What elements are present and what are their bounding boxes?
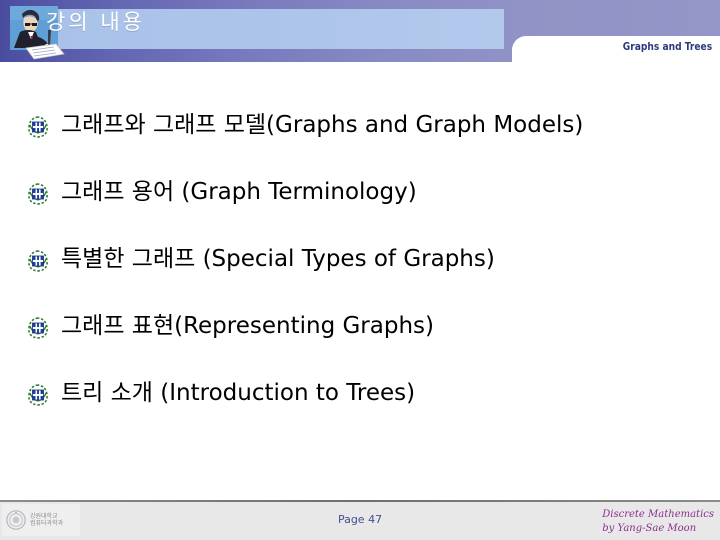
header-band: 강의 내용 Graphs and Trees — [0, 0, 720, 66]
bullet-text: 그래프와 그래프 모델(Graphs and Graph Models) — [61, 111, 584, 138]
page-title: 강의 내용 — [46, 10, 145, 34]
bullet-list: 그래프와 그래프 모델(Graphs and Graph Models) 그래프… — [0, 92, 720, 427]
bullet-text: 특별한 그래프 (Special Types of Graphs) — [61, 245, 495, 272]
list-item[interactable]: 그래프와 그래프 모델(Graphs and Graph Models) — [0, 92, 720, 159]
list-item[interactable]: 그래프 표현(Representing Graphs) — [0, 293, 720, 360]
crest-bullet-icon — [26, 182, 50, 206]
slide-root: 강의 내용 Graphs and Trees 그래프와 그래프 모델(Graph… — [0, 0, 720, 540]
section-label: Graphs and Trees — [622, 40, 712, 53]
bullet-text: 그래프 용어 (Graph Terminology) — [61, 178, 417, 205]
bullet-text: 그래프 표현(Representing Graphs) — [61, 312, 434, 339]
crest-bullet-icon — [26, 249, 50, 273]
course-author: by Yang-Sae Moon — [602, 522, 697, 534]
list-item[interactable]: 그래프 용어 (Graph Terminology) — [0, 159, 720, 226]
crest-bullet-icon — [26, 383, 50, 407]
crest-bullet-icon — [26, 316, 50, 340]
list-item[interactable]: 트리 소개 (Introduction to Trees) — [0, 360, 720, 427]
course-attribution: Discrete Mathematics by Yang-Sae Moon — [602, 508, 714, 535]
bullet-text: 트리 소개 (Introduction to Trees) — [61, 379, 416, 406]
course-title: Discrete Mathematics — [602, 509, 714, 520]
slide-footer: 강원대학교 컴퓨터과학과 Page 47 Discrete Mathematic… — [0, 500, 720, 540]
slide-body: 그래프와 그래프 모델(Graphs and Graph Models) 그래프… — [0, 66, 720, 494]
list-item[interactable]: 특별한 그래프 (Special Types of Graphs) — [0, 226, 720, 293]
crest-bullet-icon — [26, 115, 50, 139]
